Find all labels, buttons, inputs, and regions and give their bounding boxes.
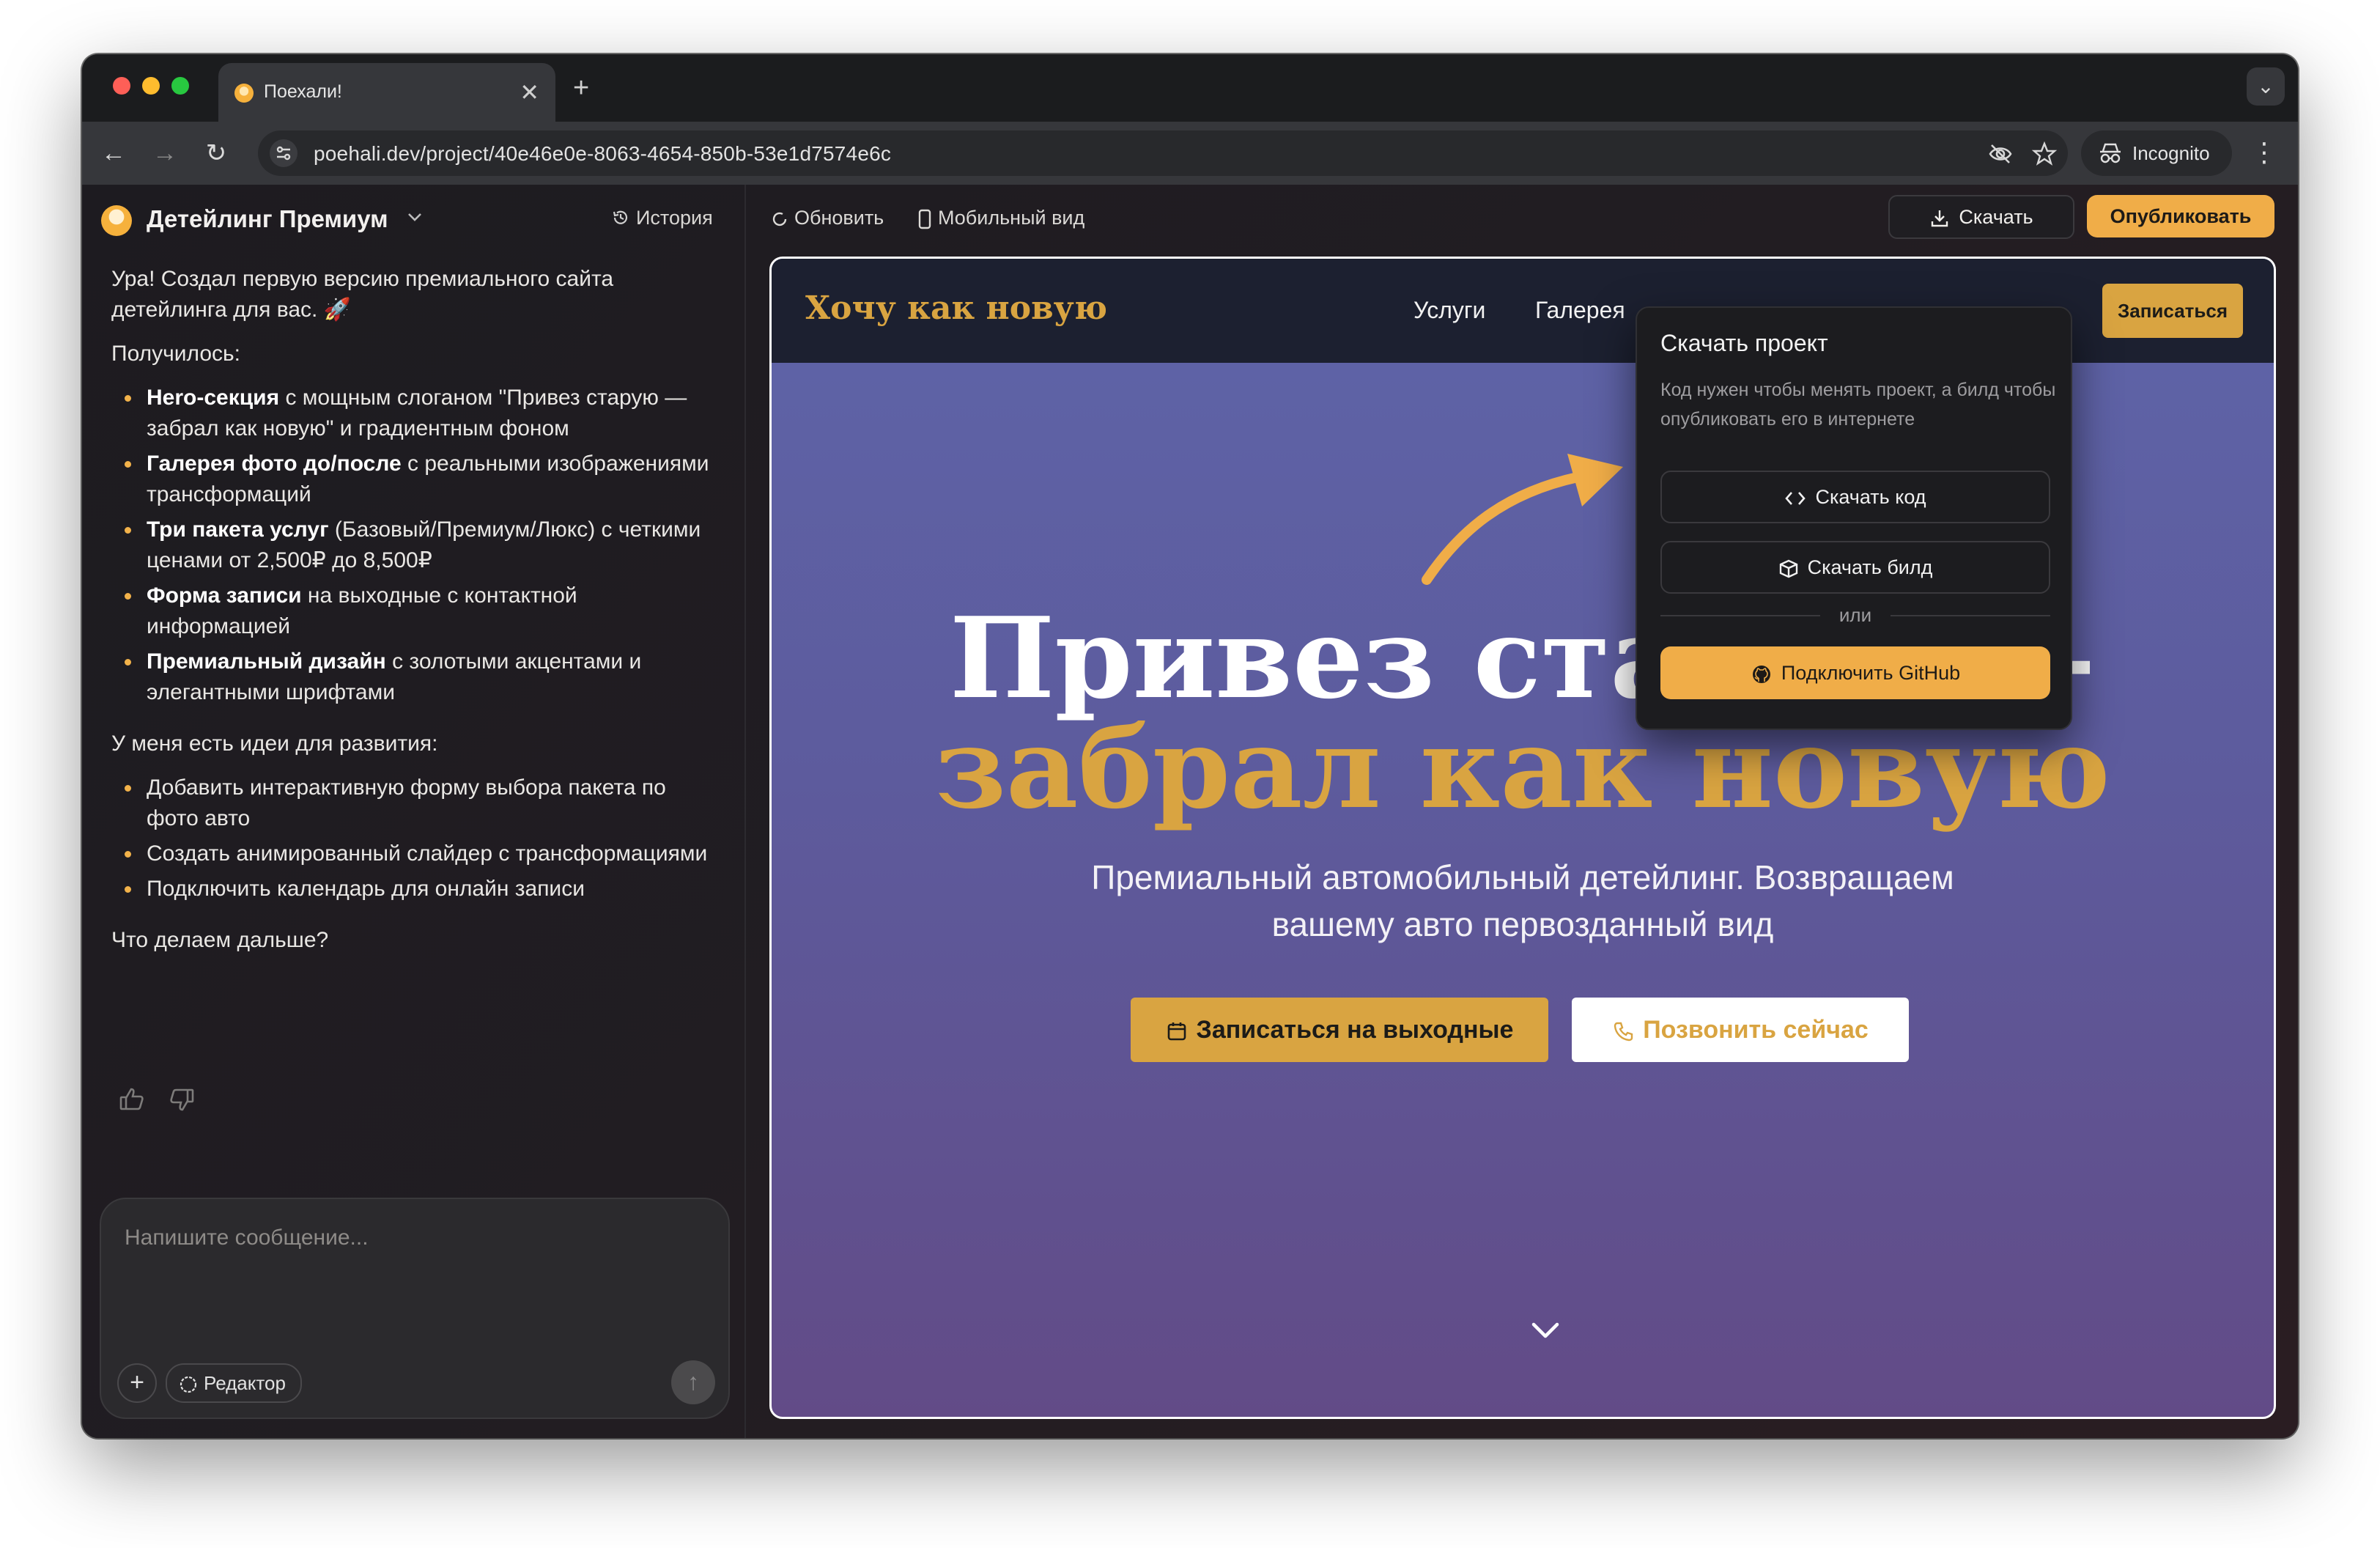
chevron-down-icon[interactable]	[1531, 1320, 1560, 1342]
send-button[interactable]: ↑	[671, 1360, 715, 1404]
arrow-icon	[1422, 454, 1623, 585]
mobile-view-button[interactable]: Мобильный вид	[917, 207, 1084, 229]
dropdown-description: Код нужен чтобы менять проект, а билд чт…	[1660, 380, 2056, 430]
browser-toolbar: ← → ↻ poehali.dev/project/40e46e0e-8063-…	[82, 122, 2298, 185]
minimize-window-button[interactable]	[142, 77, 160, 95]
publish-button[interactable]: Опубликовать	[2087, 195, 2274, 237]
project-logo-icon	[101, 205, 132, 236]
address-bar[interactable]: poehali.dev/project/40e46e0e-8063-4654-8…	[258, 130, 2068, 176]
list-item: Галерея фото до/после с реальными изобра…	[125, 449, 712, 510]
list-item: Форма записи на выходные с контактной ин…	[125, 580, 712, 642]
url-text: poehali.dev/project/40e46e0e-8063-4654-8…	[314, 142, 892, 165]
app-area: Детейлинг Премиум История Ура! Создал пе…	[82, 185, 2298, 1438]
done-list: Hero-секция с мощным слоганом "Привез ст…	[111, 383, 712, 708]
call-now-label: Позвонить сейчас	[1643, 1016, 1869, 1044]
book-weekend-button[interactable]: Записаться на выходные	[1131, 998, 1548, 1062]
close-window-button[interactable]	[113, 77, 130, 95]
download-label: Скачать	[1959, 206, 2033, 228]
tab-search-button[interactable]: ⌄	[2247, 67, 2285, 106]
history-icon	[611, 207, 630, 229]
chevron-down-icon[interactable]	[404, 207, 425, 232]
message-question: Что делаем дальше?	[111, 928, 329, 952]
list-item: Hero-секция с мощным слоганом "Привез ст…	[125, 383, 712, 444]
message-intro: Ура! Создал первую версию премиального с…	[111, 267, 614, 322]
refresh-label: Обновить	[794, 207, 884, 229]
list-item: Подключить календарь для онлайн записи	[125, 874, 712, 904]
nav-link-services[interactable]: Услуги	[1413, 297, 1485, 324]
incognito-icon	[2100, 143, 2121, 163]
assistant-message: Ура! Создал первую версию премиального с…	[111, 264, 712, 969]
github-icon	[1752, 665, 1770, 683]
tab-title: Поехали!	[264, 81, 342, 102]
eye-off-icon[interactable]	[1987, 141, 2014, 167]
tab-strip: Поехали! ✕ + ⌄	[82, 54, 2298, 122]
editor-label: Редактор	[204, 1372, 286, 1394]
list-item: Добавить интерактивную форму выбора паке…	[125, 773, 712, 834]
new-tab-button[interactable]: +	[573, 73, 589, 103]
package-icon	[1779, 559, 1797, 578]
editor-icon	[180, 1376, 197, 1393]
incognito-badge[interactable]: Incognito	[2081, 130, 2232, 176]
download-code-label: Скачать код	[1815, 486, 1926, 508]
mobile-view-label: Мобильный вид	[938, 207, 1085, 229]
message-composer[interactable]: Напишите сообщение... + Редактор ↑	[100, 1198, 730, 1419]
hero-subtitle: Премиальный автомобильный детейлинг. Воз…	[772, 854, 2274, 948]
site-logo[interactable]: Хочу как новую	[805, 290, 1107, 327]
project-name[interactable]: Детейлинг Премиум	[147, 205, 388, 233]
thumbs-down-icon[interactable]	[167, 1085, 196, 1114]
browser-tab[interactable]: Поехали! ✕	[218, 63, 555, 122]
phone-call-icon	[1614, 1022, 1633, 1042]
list-item: Премиальный дизайн с золотыми акцентами …	[125, 646, 712, 708]
book-weekend-label: Записаться на выходные	[1196, 1016, 1514, 1044]
close-tab-icon[interactable]: ✕	[520, 78, 539, 107]
dropdown-title: Скачать проект	[1660, 330, 1828, 356]
download-icon	[1932, 210, 1948, 227]
code-icon	[1785, 492, 1806, 505]
nav-signup-button[interactable]: Записаться	[2102, 284, 2243, 338]
maximize-window-button[interactable]	[171, 77, 189, 95]
or-divider: или	[1660, 604, 2050, 626]
history-button[interactable]: История	[611, 207, 713, 229]
thumbs-up-icon[interactable]	[117, 1085, 147, 1114]
attach-button[interactable]: +	[117, 1363, 157, 1403]
list-item: Три пакета услуг (Базовый/Премиум/Люкс) …	[125, 515, 712, 576]
download-button[interactable]: Скачать	[1888, 195, 2074, 239]
reload-button[interactable]: ↻	[198, 135, 234, 172]
hero-subtitle-line2: вашему авто первозданный вид	[1271, 905, 1774, 943]
chat-panel: Детейлинг Премиум История Ура! Создал пе…	[82, 185, 746, 1438]
phone-icon	[918, 209, 931, 229]
bookmark-star-icon[interactable]	[2031, 141, 2058, 167]
message-input[interactable]: Напишите сообщение...	[125, 1226, 369, 1250]
download-code-button[interactable]: Скачать код	[1660, 471, 2050, 523]
connect-github-label: Подключить GitHub	[1781, 662, 1961, 684]
favicon-icon	[234, 84, 254, 103]
feedback-buttons	[117, 1085, 214, 1118]
browser-menu-icon[interactable]: ⋮	[2251, 136, 2277, 169]
call-now-button[interactable]: Позвонить сейчас	[1572, 998, 1909, 1062]
history-label: История	[636, 207, 713, 229]
connect-github-button[interactable]: Подключить GitHub	[1660, 646, 2050, 699]
forward-button[interactable]: →	[147, 135, 183, 172]
ideas-list: Добавить интерактивную форму выбора паке…	[111, 773, 712, 904]
calendar-icon	[1167, 1022, 1186, 1041]
editor-button[interactable]: Редактор	[166, 1363, 302, 1403]
download-build-button[interactable]: Скачать билд	[1660, 541, 2050, 594]
incognito-label: Incognito	[2132, 142, 2210, 164]
hero-subtitle-line1: Премиальный автомобильный детейлинг. Воз…	[1091, 858, 1954, 896]
ideas-heading: У меня есть идеи для развития:	[111, 731, 438, 756]
done-heading: Получилось:	[111, 342, 240, 366]
refresh-button[interactable]: Обновить	[771, 207, 884, 229]
site-info-icon[interactable]	[270, 139, 298, 167]
refresh-icon	[772, 212, 787, 226]
download-dropdown: Скачать проект Код нужен чтобы менять пр…	[1636, 306, 2072, 730]
back-button[interactable]: ←	[95, 135, 132, 172]
nav-link-gallery[interactable]: Галерея	[1535, 297, 1625, 324]
download-build-label: Скачать билд	[1807, 556, 1933, 578]
list-item: Создать анимированный слайдер с трансфор…	[125, 838, 712, 869]
browser-window: Поехали! ✕ + ⌄ ← → ↻ poehali.dev/project…	[82, 54, 2298, 1438]
